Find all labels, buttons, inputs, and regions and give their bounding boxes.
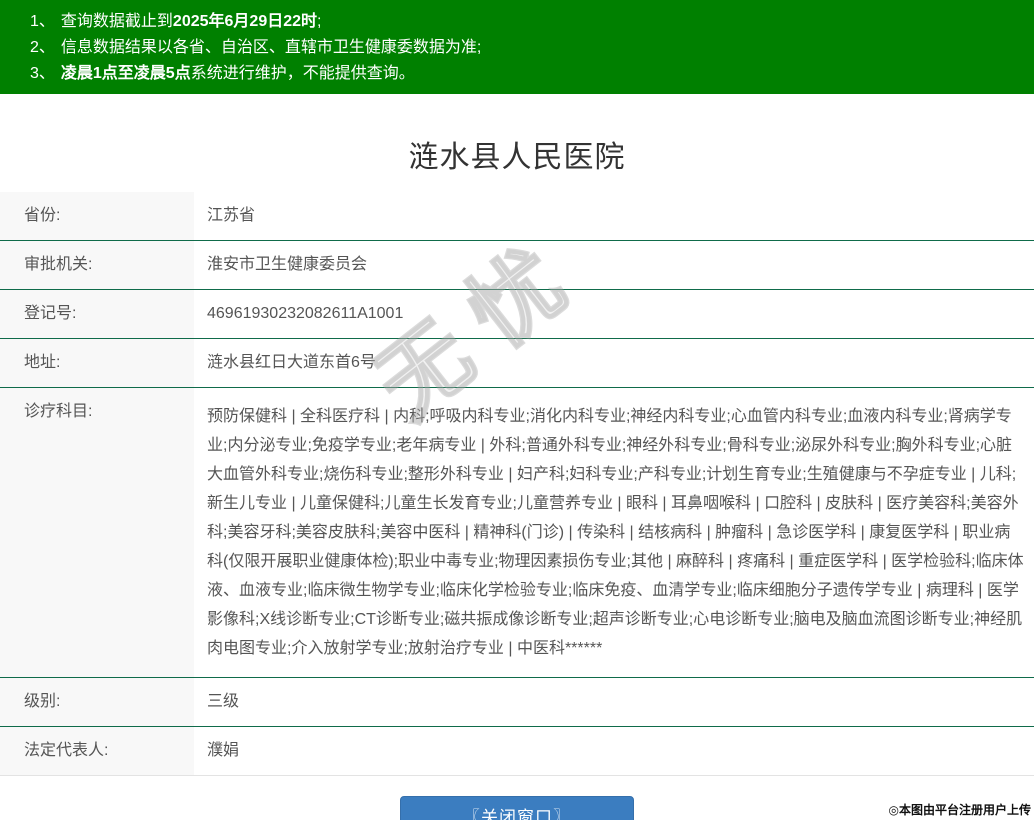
row-label: 法定代表人: — [0, 727, 194, 775]
notice-line-1-number: 1、 — [30, 13, 55, 30]
row-value: 濮娟 — [194, 727, 1034, 775]
notice-line-2-text: 信息数据结果以各省、自治区、直辖市卫生健康委数据为准; — [61, 39, 481, 56]
notice-line-2-number: 2、 — [30, 39, 55, 56]
notice-line-3: 3、凌晨1点至凌晨5点系统进行维护，不能提供查询。 — [30, 61, 1024, 87]
row-label: 诊疗科目: — [0, 388, 194, 677]
notice-line-3-bold: 凌晨1点至凌晨5点 — [61, 65, 191, 82]
notice-line-3-post: 系统进行维护，不能提供查询。 — [191, 65, 415, 82]
table-row-legal-representative: 法定代表人: 濮娟 — [0, 727, 1034, 776]
table-row-approval-authority: 审批机关: 淮安市卫生健康委员会 — [0, 241, 1034, 290]
row-label: 登记号: — [0, 290, 194, 338]
row-value: 预防保健科 | 全科医疗科 | 内科;呼吸内科专业;消化内科专业;神经内科专业;… — [194, 388, 1034, 677]
row-value: 三级 — [194, 678, 1034, 726]
notice-line-1: 1、查询数据截止到2025年6月29日22时; — [30, 9, 1024, 35]
actions-bar: 〖关闭窗口〗 — [0, 796, 1034, 820]
table-row-province: 省份: 江苏省 — [0, 192, 1034, 241]
row-label: 省份: — [0, 192, 194, 240]
notice-line-2: 2、信息数据结果以各省、自治区、直辖市卫生健康委数据为准; — [30, 35, 1024, 61]
row-value: 46961930232082611A1001 — [194, 290, 1034, 338]
notice-line-1-post: ; — [317, 13, 321, 30]
hospital-info-table: 省份: 江苏省 审批机关: 淮安市卫生健康委员会 登记号: 4696193023… — [0, 192, 1034, 776]
row-label: 级别: — [0, 678, 194, 726]
page-title: 涟水县人民医院 — [0, 132, 1034, 176]
row-label: 审批机关: — [0, 241, 194, 289]
row-label: 地址: — [0, 339, 194, 387]
table-row-level: 级别: 三级 — [0, 678, 1034, 727]
row-value: 淮安市卫生健康委员会 — [194, 241, 1034, 289]
table-row-registration-number: 登记号: 46961930232082611A1001 — [0, 290, 1034, 339]
table-row-address: 地址: 涟水县红日大道东首6号 — [0, 339, 1034, 388]
notice-line-1-bold: 2025年6月29日22时 — [173, 13, 317, 30]
notice-line-1-text: 查询数据截止到 — [61, 13, 173, 30]
corner-upload-watermark: ◎本图由平台注册用户上传 — [889, 801, 1031, 818]
table-row-medical-subjects: 诊疗科目: 预防保健科 | 全科医疗科 | 内科;呼吸内科专业;消化内科专业;神… — [0, 388, 1034, 678]
row-value: 涟水县红日大道东首6号 — [194, 339, 1034, 387]
notice-line-3-number: 3、 — [30, 65, 55, 82]
notice-banner: 1、查询数据截止到2025年6月29日22时; 2、信息数据结果以各省、自治区、… — [0, 0, 1034, 94]
row-value: 江苏省 — [194, 192, 1034, 240]
close-window-button[interactable]: 〖关闭窗口〗 — [400, 796, 634, 820]
